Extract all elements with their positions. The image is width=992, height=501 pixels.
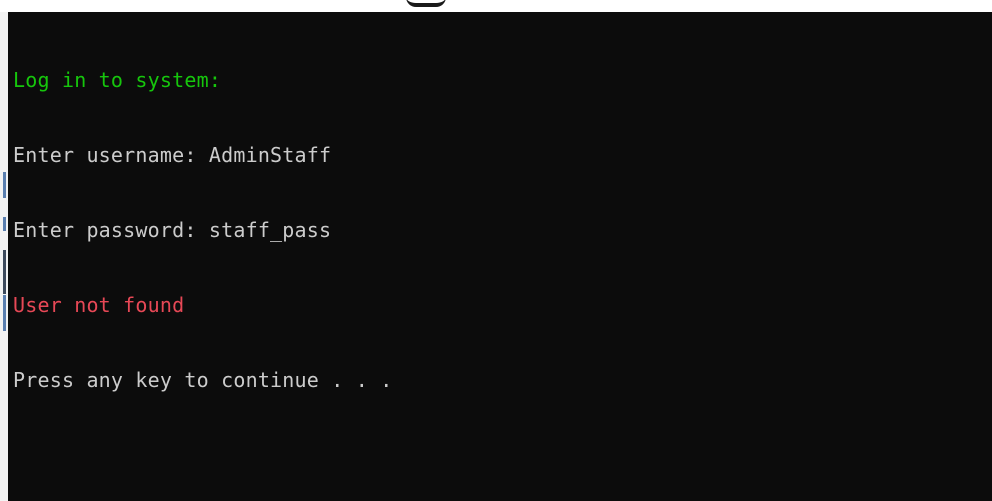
console-line-error: User not found — [13, 293, 185, 317]
console-line-username: Enter username: AdminStaff — [13, 143, 332, 167]
clipped-text-fragment — [406, 0, 446, 7]
edge-marker — [3, 295, 6, 331]
edge-marker — [3, 172, 6, 198]
top-edge-clip — [0, 0, 992, 12]
left-edge-strip — [0, 12, 8, 501]
console-output-area[interactable]: Log in to system: Enter username: AdminS… — [8, 12, 992, 501]
edge-marker — [3, 250, 6, 294]
edge-marker — [3, 217, 6, 231]
console-line-continue: Press any key to continue . . . — [13, 368, 393, 392]
console-line-password: Enter password: staff_pass — [13, 218, 332, 242]
console-line-prompt-header: Log in to system: — [13, 68, 222, 92]
console-window: Log in to system: Enter username: AdminS… — [0, 0, 992, 501]
console-text: Log in to system: Enter username: AdminS… — [13, 18, 392, 443]
